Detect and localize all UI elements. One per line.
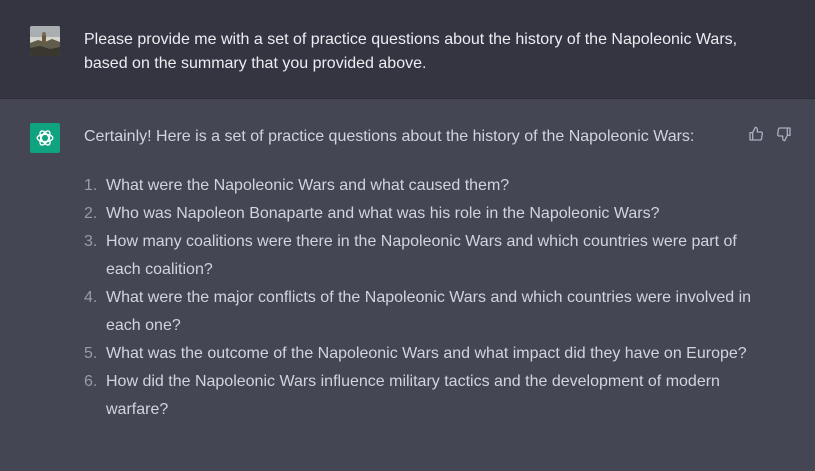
list-item: 5. What was the outcome of the Napoleoni… — [84, 340, 754, 368]
list-item-text: How many coalitions were there in the Na… — [106, 233, 737, 278]
list-item-number: 5. — [84, 345, 98, 362]
list-item-number: 1. — [84, 177, 98, 194]
list-item-text: What was the outcome of the Napoleonic W… — [106, 345, 747, 362]
list-item-text: How did the Napoleonic Wars influence mi… — [106, 373, 720, 418]
thumbs-up-button[interactable] — [748, 126, 764, 142]
assistant-avatar — [30, 123, 60, 153]
openai-logo-icon — [36, 130, 54, 146]
list-item: 4. What were the major conflicts of the … — [84, 284, 754, 340]
list-item-number: 3. — [84, 233, 98, 250]
list-item-number: 6. — [84, 373, 98, 390]
list-item: 1. What were the Napoleonic Wars and wha… — [84, 172, 754, 200]
feedback-buttons — [748, 126, 792, 142]
list-item: 3. How many coalitions were there in the… — [84, 228, 754, 284]
assistant-message-row: Certainly! Here is a set of practice que… — [0, 99, 815, 471]
thumbs-up-icon — [749, 126, 763, 141]
user-message-text: Please provide me with a set of practice… — [84, 31, 738, 72]
list-item-text: What were the major conflicts of the Nap… — [106, 289, 752, 334]
list-item-number: 2. — [84, 205, 98, 222]
list-item-text: Who was Napoleon Bonaparte and what was … — [106, 205, 660, 222]
assistant-intro-text: Certainly! Here is a set of practice que… — [84, 128, 695, 145]
list-item: 6. How did the Napoleonic Wars influence… — [84, 368, 754, 424]
user-avatar — [30, 26, 60, 56]
list-item-number: 4. — [84, 289, 98, 306]
user-message-row: Please provide me with a set of practice… — [0, 0, 815, 99]
thumbs-down-button[interactable] — [776, 126, 792, 142]
list-item-text: What were the Napoleonic Wars and what c… — [106, 177, 510, 194]
landscape-photo-icon — [30, 26, 60, 56]
list-item: 2. Who was Napoleon Bonaparte and what w… — [84, 200, 754, 228]
question-list: 1. What were the Napoleonic Wars and wha… — [84, 172, 754, 424]
thumbs-down-icon — [777, 127, 791, 142]
